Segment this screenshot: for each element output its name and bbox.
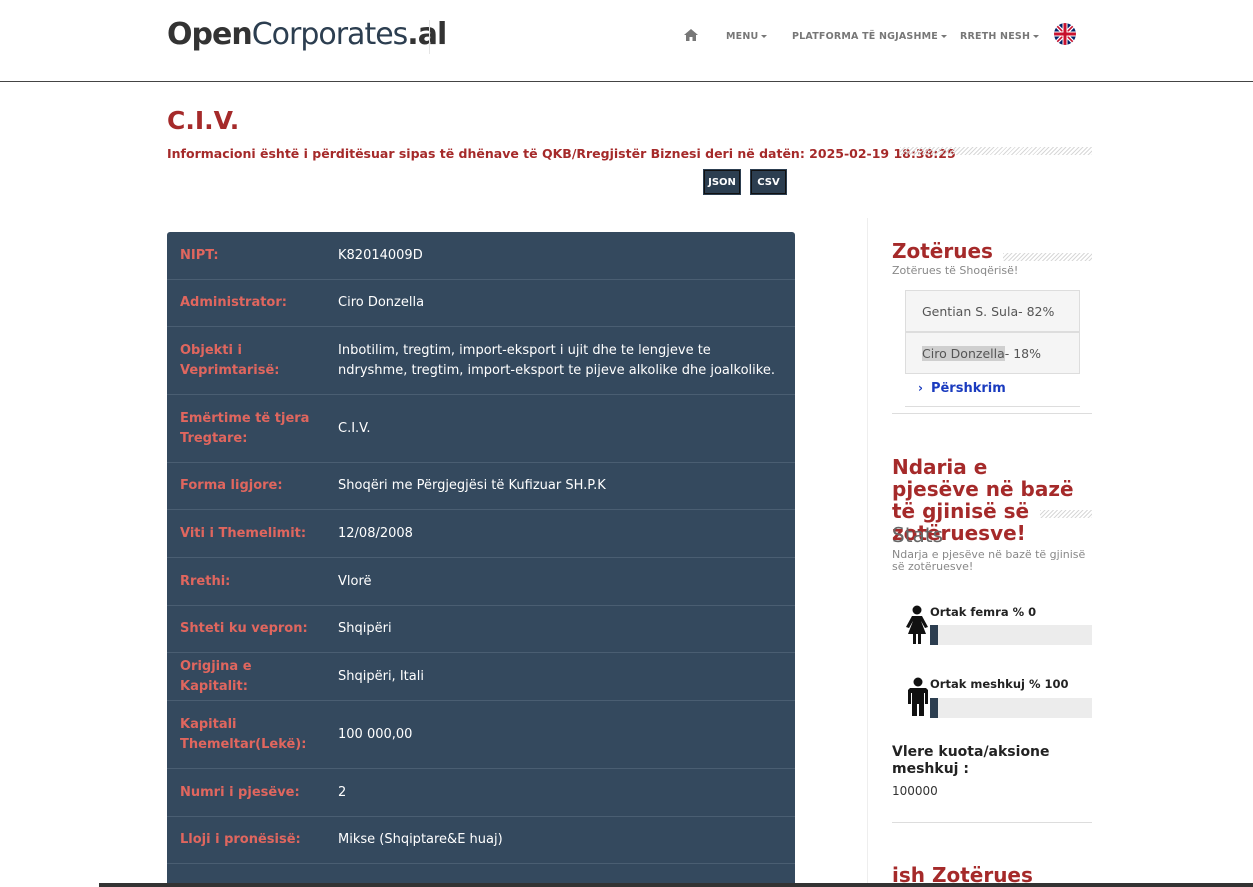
- row-value: K82014009D: [338, 247, 423, 263]
- table-row: Kapitali Themeltar(Lekë): 100 000,00: [167, 701, 795, 769]
- row-label: Viti i Themelimit:: [180, 525, 307, 541]
- owner-item[interactable]: Ciro Donzella - 18%: [905, 332, 1080, 374]
- table-row: Administrator: Ciro Donzella: [167, 280, 795, 327]
- female-share-bar: [930, 625, 1092, 645]
- decorative-stripe: [1040, 510, 1092, 518]
- table-row: Lloji i pronësisë: Mikse (Shqiptare&E hu…: [167, 817, 795, 864]
- table-row: Shteti ku vepron: Shqipëri: [167, 606, 795, 653]
- table-row: NIPT: K82014009D: [167, 232, 795, 280]
- site-logo[interactable]: OpenCorporates.al: [167, 17, 447, 52]
- nav-menu-label: MENU: [726, 31, 759, 42]
- female-icon: [906, 605, 928, 644]
- decorative-stripe: [1003, 253, 1092, 261]
- sidebar-divider: [867, 218, 868, 887]
- caret-down-icon: [1033, 35, 1040, 38]
- decorative-stripe: [900, 147, 1092, 155]
- nav-about-us-label: RRETH NESH: [960, 31, 1031, 42]
- row-value: Inbotilim, tregtim, import-eksport i uji…: [338, 342, 775, 378]
- row-label: Objekti i Veprimtarisë:: [180, 342, 280, 378]
- row-value: C.I.V.: [338, 420, 371, 436]
- divider: [892, 413, 1092, 414]
- company-title: C.I.V.: [167, 106, 240, 135]
- table-row: Emërtime të tjera Tregtare: C.I.V.: [167, 395, 795, 463]
- row-label: Rrethi:: [180, 573, 231, 589]
- caret-down-icon: [940, 35, 947, 38]
- row-value: Shqipëri: [338, 621, 392, 636]
- table-row: Numri i pjesëve: 2: [167, 769, 795, 817]
- nav-similar-platforms-label: PLATFORMA TË NGJASHME: [792, 31, 938, 42]
- owner-item[interactable]: Gentian S. Sula - 82%: [905, 290, 1080, 332]
- json-button[interactable]: JSON: [703, 169, 741, 195]
- owners-heading: Zotërues: [892, 239, 993, 263]
- table-row: Forma ligjore: Shoqëri me Përgjegjësi të…: [167, 463, 795, 510]
- row-value: 2: [338, 784, 347, 800]
- row-label: NIPT:: [180, 247, 219, 263]
- home-icon[interactable]: [683, 28, 699, 42]
- caret-down-icon: [761, 35, 768, 38]
- logo-open-text: Open: [167, 17, 253, 52]
- nav-about-us[interactable]: RRETH NESH: [960, 31, 1040, 42]
- logo-divider: [429, 20, 430, 54]
- row-value: Shqipëri, Itali: [338, 668, 424, 684]
- row-label: Administrator:: [180, 295, 287, 310]
- nav-similar-platforms[interactable]: PLATFORMA TË NGJASHME: [792, 31, 947, 42]
- uk-flag-icon[interactable]: [1054, 23, 1076, 45]
- table-row: Origjina e Kapitalit: Shqipëri, Itali: [167, 653, 795, 701]
- male-icon: [908, 677, 928, 716]
- row-label: Forma ligjore:: [180, 478, 283, 493]
- nav-menu[interactable]: MENU: [726, 31, 768, 42]
- owner-share: - 82%: [1018, 303, 1055, 319]
- table-row: Rrethi: Vlorë: [167, 558, 795, 606]
- row-label: Kapitali Themeltar(Lekë):: [180, 716, 307, 752]
- row-label: Origjina e Kapitalit:: [180, 658, 252, 694]
- male-share-fill: [930, 698, 938, 718]
- row-label: Shteti ku vepron:: [180, 621, 308, 636]
- logo-tld-text: .al: [407, 17, 447, 52]
- description-link-label: Përshkrim: [930, 381, 1006, 396]
- male-quota-value: 100000: [892, 784, 938, 798]
- description-link[interactable]: › Përshkrim: [918, 381, 1006, 396]
- owners-subtitle: Zotërues të Shoqërisë!: [892, 264, 1019, 277]
- csv-button[interactable]: CSV: [750, 169, 787, 195]
- stats-title: Stats: [892, 523, 944, 547]
- owner-name: Gentian S. Sula: [922, 303, 1019, 319]
- table-row: Objekti i Veprimtarisë: Inbotilim, tregt…: [167, 327, 795, 395]
- stats-subtitle: Ndarja e pjesëve në bazë të gjinisë së z…: [892, 548, 1086, 573]
- row-value: 100 000,00: [338, 726, 413, 742]
- chevron-right-icon: ›: [918, 381, 923, 395]
- top-navbar: OpenCorporates.al MENU PLATFORMA TË NGJA…: [0, 0, 1253, 82]
- logo-corporates-text: Corporates: [251, 17, 409, 52]
- row-label: Numri i pjesëve:: [180, 784, 300, 800]
- owner-name: Ciro Donzella: [922, 345, 1005, 361]
- female-share-label: Ortak femra % 0: [930, 605, 1037, 619]
- row-label: Lloji i pronësisë:: [180, 832, 301, 847]
- row-value: 12/08/2008: [338, 525, 413, 541]
- bottom-scroll-edge: [99, 883, 1253, 887]
- update-info-text: Informacioni është i përditësuar sipas t…: [167, 146, 956, 161]
- owner-share: - 18%: [1004, 345, 1042, 361]
- row-value: Vlorë: [338, 573, 372, 589]
- male-share-bar: [930, 698, 1092, 718]
- row-value: Mikse (Shqiptare&E huaj): [338, 832, 503, 847]
- row-label: Emërtime të tjera Tregtare:: [180, 410, 310, 446]
- male-quota-label: Vlere kuota/aksione meshkuj :: [892, 744, 1050, 777]
- row-value: Ciro Donzella: [338, 295, 425, 310]
- row-value: Shoqëri me Përgjegjësi të Kufizuar SH.P.…: [338, 478, 606, 493]
- divider: [892, 822, 1092, 823]
- male-share-label: Ortak meshkuj % 100: [930, 677, 1069, 691]
- table-row: Viti i Themelimit: 12/08/2008: [167, 510, 795, 558]
- female-share-fill: [930, 625, 938, 645]
- company-info-table: NIPT: K82014009D Administrator: Ciro Don…: [167, 232, 795, 887]
- divider: [905, 406, 1080, 407]
